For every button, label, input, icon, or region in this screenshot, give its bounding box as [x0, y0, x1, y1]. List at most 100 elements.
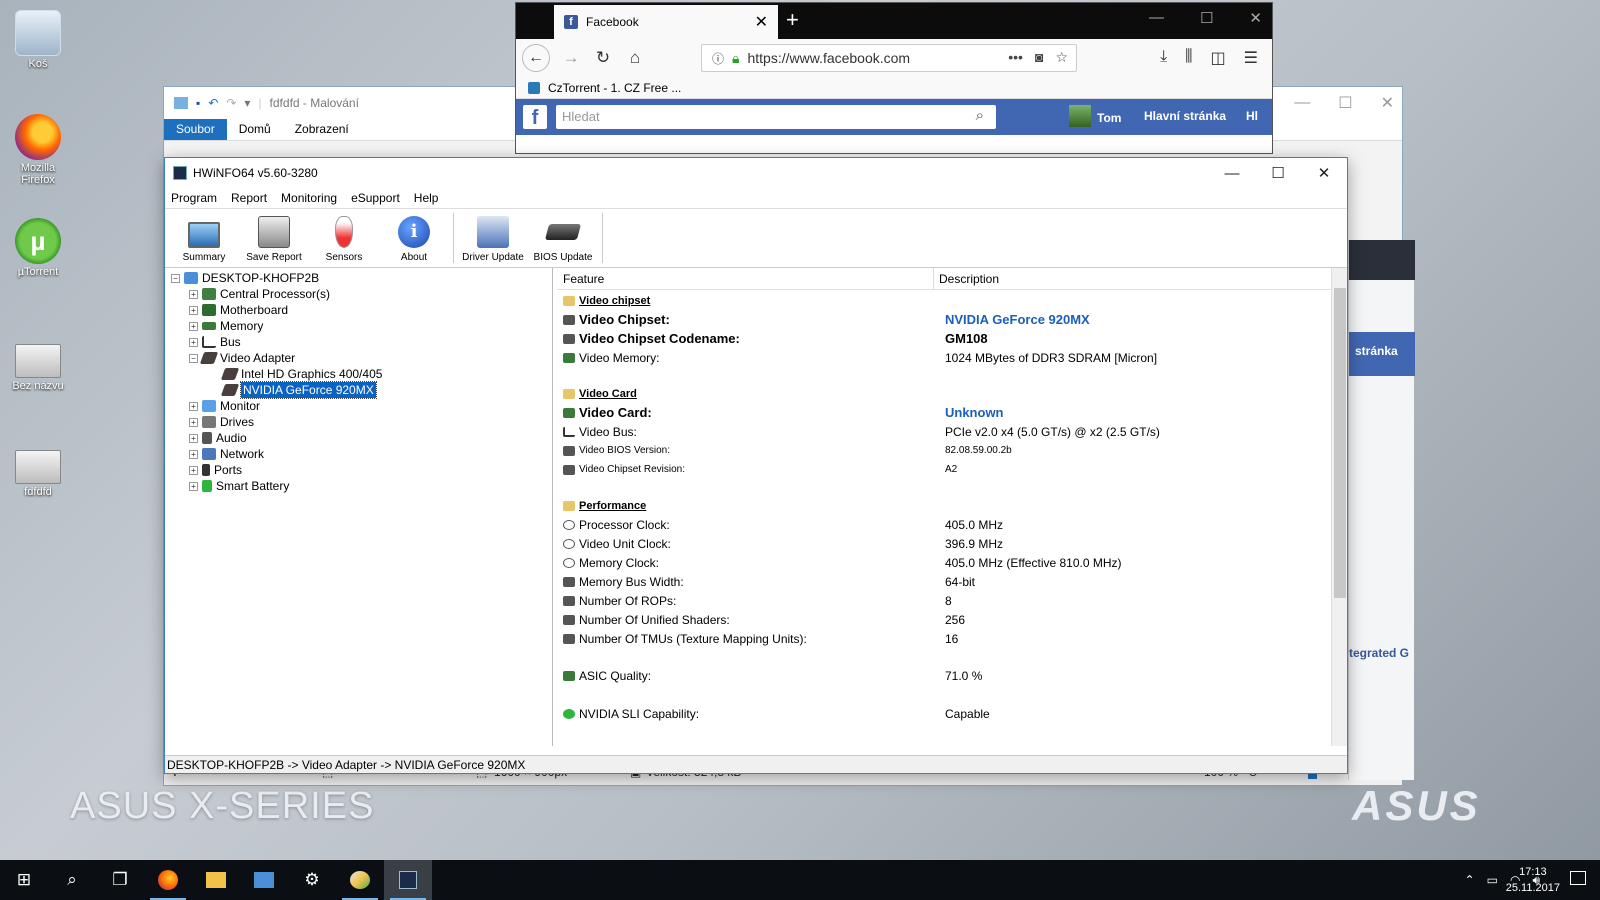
table-row[interactable]: Memory Bus Width: 64-bit	[557, 573, 1297, 591]
reload-button[interactable]: ↻	[592, 48, 614, 68]
maximize-button[interactable]: ☐	[1200, 9, 1213, 27]
task-view-icon[interactable]: ❐	[96, 860, 144, 900]
home-button[interactable]: ⌂	[624, 48, 646, 68]
driver-update-button[interactable]: Driver Update	[458, 209, 528, 267]
library-icon[interactable]: ⫼	[1185, 48, 1192, 68]
desktop-icon-recycle-bin[interactable]: Koš	[2, 10, 74, 70]
table-row[interactable]: Video Unit Clock: 396.9 MHz	[557, 535, 1297, 553]
taskbar-hwinfo[interactable]	[384, 860, 432, 900]
maximize-button[interactable]: ☐	[1338, 93, 1352, 113]
facebook-more-link[interactable]: Hl	[1246, 109, 1258, 123]
tree-root[interactable]: − DESKTOP-KHOFP2B	[171, 270, 319, 286]
pocket-icon[interactable]: ◙	[1035, 49, 1043, 66]
table-row[interactable]: Number Of TMUs (Texture Mapping Units): …	[557, 630, 1297, 648]
tree-item-network[interactable]: + Network	[189, 446, 264, 462]
tree-item-memory[interactable]: + Memory	[189, 318, 263, 334]
minimize-button[interactable]: —	[1294, 94, 1310, 112]
menu-esupport[interactable]: eSupport	[351, 191, 400, 205]
taskbar-app[interactable]	[240, 860, 288, 900]
expand-icon[interactable]: +	[189, 433, 198, 443]
tree-item-monitor[interactable]: + Monitor	[189, 398, 260, 414]
facebook-home-link[interactable]: Hlavní stránka	[1144, 109, 1226, 123]
url-bar[interactable]: ⓘ 🔒︎ https://www.facebook.com ••• ◙ ☆	[701, 44, 1077, 72]
expand-icon[interactable]: +	[189, 465, 198, 475]
close-button[interactable]: ✕	[1301, 158, 1347, 188]
minimize-button[interactable]: —	[1149, 9, 1164, 27]
tree-item-bus[interactable]: + Bus	[189, 334, 241, 350]
show-hidden-icons-icon[interactable]: ⌃	[1465, 873, 1475, 887]
bios-update-button[interactable]: BIOS Update	[528, 209, 598, 267]
peek-home-link[interactable]: stránka	[1349, 332, 1415, 376]
desktop-icon-fdfdfd[interactable]: fdfdfd	[2, 442, 74, 498]
start-button[interactable]: ⊞	[0, 860, 48, 900]
table-row[interactable]: Video Bus: PCIe v2.0 x4 (5.0 GT/s) @ x2 …	[557, 423, 1297, 441]
battery-icon[interactable]: ▭	[1487, 873, 1498, 887]
tree-item-ports[interactable]: + Ports	[189, 462, 242, 478]
table-row[interactable]: ASIC Quality: 71.0 %	[557, 667, 1297, 685]
table-row[interactable]: Video Chipset Revision: A2	[557, 461, 1297, 479]
desktop-icon-bez-nazvu[interactable]: Bez názvu	[2, 336, 74, 392]
tree-item-smart-battery[interactable]: + Smart Battery	[189, 478, 289, 494]
tree-item-motherboard[interactable]: + Motherboard	[189, 302, 288, 318]
undo-icon[interactable]: ↶	[208, 96, 218, 110]
tab-zobrazeni[interactable]: Zobrazení	[283, 119, 361, 140]
close-button[interactable]: ✕	[1249, 9, 1262, 27]
tree-item-video-adapter[interactable]: − Video Adapter	[189, 350, 295, 366]
menu-program[interactable]: Program	[171, 191, 217, 205]
menu-report[interactable]: Report	[231, 191, 267, 205]
table-row[interactable]: Processor Clock: 405.0 MHz	[557, 516, 1297, 534]
redo-icon[interactable]: ↷	[226, 96, 236, 110]
tree-item-intel-hd[interactable]: Intel HD Graphics 400/405	[220, 366, 382, 382]
save-icon[interactable]: ▪	[196, 96, 200, 110]
table-row[interactable]: Video Chipset: NVIDIA GeForce 920MX	[557, 311, 1297, 329]
taskbar-file-explorer[interactable]	[192, 860, 240, 900]
table-row[interactable]: Number Of Unified Shaders: 256	[557, 611, 1297, 629]
menu-icon[interactable]: ☰	[1244, 48, 1258, 68]
tree-item-cpu[interactable]: + Central Processor(s)	[189, 286, 330, 302]
back-button[interactable]: ←	[522, 44, 550, 72]
facebook-search-input[interactable]: Hledat ⌕	[556, 105, 996, 129]
taskbar-firefox[interactable]	[144, 860, 192, 900]
taskbar-paint[interactable]	[336, 860, 384, 900]
details-scrollbar[interactable]	[1331, 268, 1347, 746]
sensors-button[interactable]: Sensors	[309, 209, 379, 267]
tab-domu[interactable]: Domů	[227, 119, 283, 140]
taskbar-clock[interactable]: 17:13 25.11.2017	[1506, 864, 1560, 896]
table-row[interactable]: Video Card: Unknown	[557, 404, 1297, 422]
taskbar-settings[interactable]: ⚙	[288, 860, 336, 900]
expand-icon[interactable]: +	[189, 321, 198, 331]
expand-icon[interactable]: +	[189, 289, 198, 299]
column-description[interactable]: Description	[939, 272, 999, 286]
peek-integrated-link[interactable]: tegrated G	[1349, 646, 1409, 660]
expand-icon[interactable]: +	[189, 305, 198, 315]
minimize-button[interactable]: —	[1209, 158, 1255, 188]
info-icon[interactable]: ⓘ	[712, 50, 724, 67]
maximize-button[interactable]: ☐	[1255, 158, 1301, 188]
tree-item-drives[interactable]: + Drives	[189, 414, 254, 430]
tree-item-audio[interactable]: + Audio	[189, 430, 247, 446]
expand-icon[interactable]: +	[189, 449, 198, 459]
expand-icon[interactable]: +	[189, 337, 198, 347]
sidebar-icon[interactable]: ◫	[1211, 48, 1226, 68]
save-report-button[interactable]: Save Report	[239, 209, 309, 267]
table-row[interactable]: Video Memory: 1024 MBytes of DDR3 SDRAM …	[557, 349, 1297, 367]
expand-icon[interactable]: +	[189, 481, 198, 491]
tree-item-nvidia-920mx[interactable]: NVIDIA GeForce 920MX	[220, 381, 377, 399]
expand-icon[interactable]: +	[189, 401, 198, 411]
table-row[interactable]: Video Chipset Codename: GM108	[557, 330, 1297, 348]
action-center-icon[interactable]	[1570, 871, 1586, 885]
facebook-logo-icon[interactable]: f	[523, 105, 547, 129]
expand-icon[interactable]: +	[189, 417, 198, 427]
row-value-link[interactable]: NVIDIA GeForce 920MX	[945, 311, 1090, 329]
table-row[interactable]: Video BIOS Version: 82.08.59.00.2b	[557, 442, 1297, 460]
close-button[interactable]: ✕	[1381, 93, 1394, 113]
summary-button[interactable]: Summary	[169, 209, 239, 267]
download-icon[interactable]: ⤓	[1160, 48, 1167, 68]
row-value-link[interactable]: Unknown	[945, 404, 1004, 422]
menu-monitoring[interactable]: Monitoring	[281, 191, 337, 205]
table-row[interactable]: Number Of ROPs: 8	[557, 592, 1297, 610]
table-row[interactable]: Memory Clock: 405.0 MHz (Effective 810.0…	[557, 554, 1297, 572]
bookmark-cztorrent[interactable]: CzTorrent - 1. CZ Free ...	[548, 81, 681, 95]
desktop-icon-utorrent[interactable]: µ µTorrent	[2, 218, 74, 278]
tab-soubor[interactable]: Soubor	[164, 119, 227, 140]
